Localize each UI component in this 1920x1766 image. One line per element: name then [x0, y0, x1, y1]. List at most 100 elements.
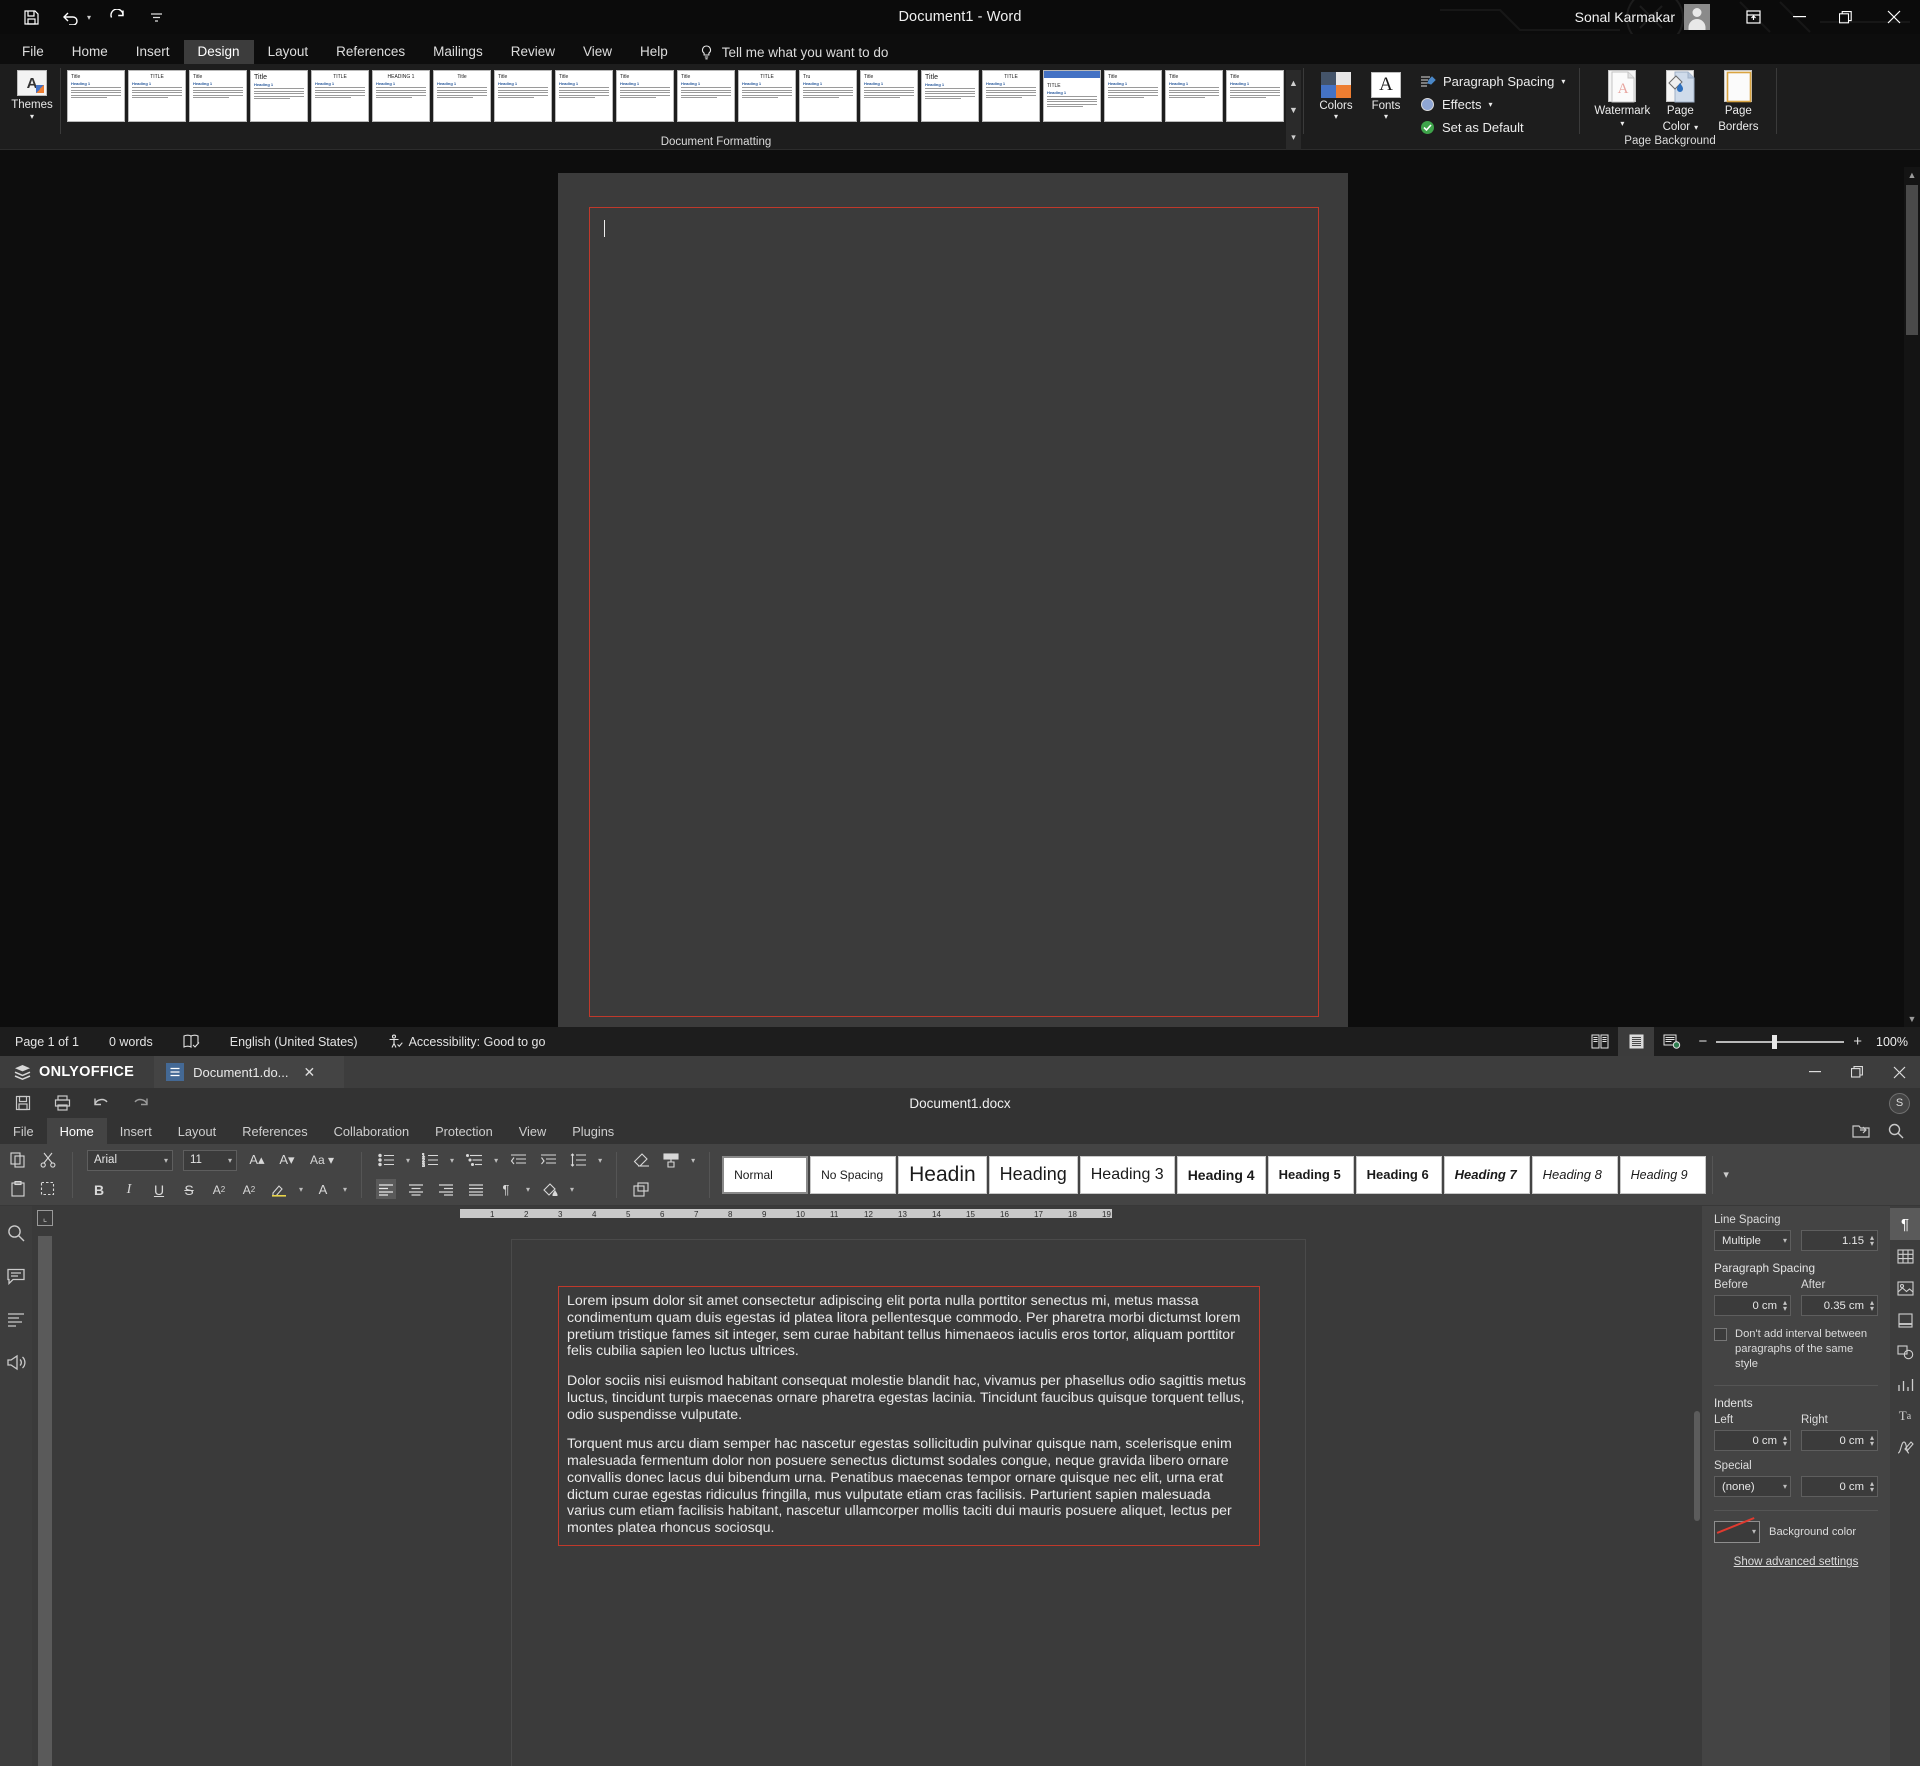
redo-icon[interactable] — [130, 1093, 150, 1113]
word-page[interactable] — [558, 173, 1348, 1027]
avatar[interactable] — [1684, 4, 1710, 30]
customize-qat-icon[interactable] — [143, 4, 169, 30]
oo-tab-collaboration[interactable]: Collaboration — [321, 1118, 422, 1144]
text-art-settings-icon[interactable]: Ta — [1890, 1400, 1920, 1432]
zoom-in-icon[interactable]: + — [1853, 1033, 1862, 1050]
stepper-icon[interactable]: ▴ ▾ — [1870, 1433, 1874, 1447]
bullets-icon[interactable] — [376, 1150, 396, 1170]
signature-settings-icon[interactable] — [1890, 1432, 1920, 1464]
increase-indent-icon[interactable] — [538, 1150, 558, 1170]
document-style-thumbnail[interactable]: Tru Heading 1 — [799, 70, 857, 122]
web-layout-icon[interactable] — [1654, 1027, 1690, 1056]
feedback-icon[interactable] — [5, 1351, 27, 1373]
superscript-icon[interactable]: A2 — [209, 1180, 229, 1200]
document-style-thumbnail[interactable]: Title Heading 1 — [921, 70, 979, 122]
document-style-thumbnail[interactable]: TITLE Heading 1 — [128, 70, 186, 122]
print-layout-icon[interactable] — [1618, 1027, 1655, 1056]
image-settings-icon[interactable] — [1890, 1272, 1920, 1304]
minimize-icon[interactable] — [1794, 1056, 1836, 1088]
headings-icon[interactable] — [5, 1308, 27, 1330]
oo-tab-insert[interactable]: Insert — [107, 1118, 165, 1144]
spacing-after-input[interactable]: 0.35 cm ▴ ▾ — [1801, 1295, 1878, 1316]
paragraph-2[interactable]: Dolor sociis nisi euismod habitant conse… — [567, 1373, 1251, 1423]
tab-design[interactable]: Design — [183, 39, 254, 64]
word-vertical-scrollbar[interactable]: ▲ ▼ — [1904, 167, 1920, 1027]
tab-layout[interactable]: Layout — [254, 40, 323, 65]
copy-icon[interactable] — [8, 1150, 28, 1170]
copy-format-icon[interactable] — [661, 1150, 681, 1170]
font-color-icon[interactable]: A — [313, 1180, 333, 1200]
style-gallery[interactable]: Normal No Spacing Headin Heading Heading 3 He… — [716, 1144, 1706, 1206]
align-right-icon[interactable] — [436, 1179, 456, 1199]
oo-tab-home[interactable]: Home — [46, 1118, 107, 1144]
document-style-thumbnail[interactable]: Title Heading 1 — [1165, 70, 1223, 122]
onlyoffice-editor-area[interactable]: 1 2 3 4 5 6 7 8 9 10 11 12 13 14 15 16 17 18 19 Lorem ipsu… — [56, 1206, 1702, 1766]
minimize-icon[interactable] — [1776, 0, 1822, 34]
change-case-icon[interactable]: Aa ▾ — [307, 1150, 337, 1170]
fonts-button[interactable]: A Fonts ▾ — [1362, 72, 1410, 121]
read-mode-icon[interactable] — [1582, 1027, 1618, 1056]
document-style-thumbnail[interactable]: TITLE Heading 1 — [982, 70, 1040, 122]
numbering-icon[interactable]: 123 — [420, 1150, 440, 1170]
left-indent-input[interactable]: 0 cm ▴ ▾ — [1714, 1430, 1791, 1452]
decrease-indent-icon[interactable] — [508, 1150, 528, 1170]
zoom-slider[interactable]: − + — [1698, 1033, 1862, 1050]
document-style-thumbnail[interactable]: Title Heading 1 — [1226, 70, 1284, 122]
underline-icon[interactable]: U — [149, 1180, 169, 1200]
close-tab-icon[interactable]: ✕ — [304, 1064, 316, 1081]
font-size-select[interactable]: 11 ▾ — [183, 1149, 237, 1171]
selected-text-block[interactable]: Lorem ipsum dolor sit amet consectetur a… — [558, 1286, 1260, 1546]
gallery-scroll-up-icon[interactable]: ▲ — [1286, 70, 1301, 96]
italic-icon[interactable]: I — [119, 1180, 139, 1200]
save-icon[interactable] — [18, 4, 44, 30]
document-style-thumbnail[interactable]: TITLE Heading 1 — [311, 70, 369, 122]
oo-tab-references[interactable]: References — [229, 1118, 320, 1144]
chevron-down-icon[interactable]: ▾ — [526, 1185, 530, 1194]
stepper-icon[interactable]: ▴ ▾ — [1783, 1298, 1787, 1312]
horizontal-ruler[interactable]: 1 2 3 4 5 6 7 8 9 10 11 12 13 14 15 16 17 18 19 — [56, 1206, 1702, 1221]
tab-home[interactable]: Home — [58, 40, 122, 65]
style-h5[interactable]: Heading 5 — [1267, 1155, 1354, 1194]
stepper-icon[interactable]: ▴ ▾ — [1870, 1233, 1874, 1247]
tab-file[interactable]: File — [8, 40, 58, 65]
redo-icon[interactable] — [104, 4, 130, 30]
tab-references[interactable]: References — [322, 40, 419, 65]
cut-icon[interactable] — [38, 1150, 58, 1170]
open-file-location-icon[interactable] — [1852, 1124, 1870, 1139]
document-style-thumbnail[interactable]: Title Heading 1 — [677, 70, 735, 122]
show-formatting-marks-icon[interactable]: ¶ — [496, 1179, 516, 1199]
themes-button[interactable]: A Themes ▾ — [4, 64, 60, 121]
onlyoffice-vertical-scrollbar[interactable] — [1692, 1221, 1702, 1766]
document-style-thumbnail[interactable]: Title Heading 1 — [189, 70, 247, 122]
header-footer-settings-icon[interactable] — [1890, 1304, 1920, 1336]
vertical-ruler[interactable] — [38, 1236, 52, 1766]
zoom-level[interactable]: 100% — [1874, 1035, 1908, 1049]
paragraph-1[interactable]: Lorem ipsum dolor sit amet consectetur a… — [567, 1293, 1251, 1360]
paragraph-settings-icon[interactable]: ¶ — [1890, 1208, 1920, 1240]
paragraph-3[interactable]: Torquent mus arcu diam semper hac nascet… — [567, 1436, 1251, 1537]
search-icon[interactable] — [1888, 1123, 1904, 1139]
chevron-down-icon[interactable]: ▾ — [343, 1185, 347, 1194]
style-h7[interactable]: Heading 7 — [1443, 1155, 1530, 1194]
chevron-down-icon[interactable]: ▾ — [299, 1185, 303, 1194]
undo-icon[interactable] — [91, 1093, 111, 1113]
onlyoffice-document-canvas[interactable]: Lorem ipsum dolor sit amet consectetur a… — [56, 1221, 1702, 1766]
proofing-icon[interactable] — [168, 1034, 215, 1049]
tab-help[interactable]: Help — [626, 40, 682, 65]
chevron-down-icon[interactable]: ▾ — [494, 1156, 498, 1165]
chevron-down-icon[interactable]: ▾ — [598, 1156, 602, 1165]
chevron-down-icon[interactable]: ▾ — [570, 1185, 574, 1194]
comment-icon[interactable] — [5, 1265, 27, 1287]
zoom-track[interactable] — [1716, 1034, 1845, 1049]
onlyoffice-page[interactable]: Lorem ipsum dolor sit amet consectetur a… — [511, 1239, 1306, 1766]
gallery-scroll-down-icon[interactable]: ▼ — [1286, 97, 1301, 123]
close-icon[interactable] — [1878, 1056, 1920, 1088]
user-badge[interactable]: S — [1889, 1092, 1910, 1114]
special-indent-select[interactable]: (none) ▾ — [1714, 1476, 1791, 1498]
style-normal[interactable]: Normal — [722, 1155, 809, 1194]
subscript-icon[interactable]: A2 — [239, 1180, 259, 1200]
align-left-icon[interactable] — [376, 1179, 397, 1199]
accessibility-indicator[interactable]: Accessibility: Good to go — [373, 1034, 561, 1049]
tell-me-box[interactable]: Tell me what you want to do — [682, 45, 903, 64]
style-h4[interactable]: Heading 4 — [1176, 1155, 1266, 1194]
